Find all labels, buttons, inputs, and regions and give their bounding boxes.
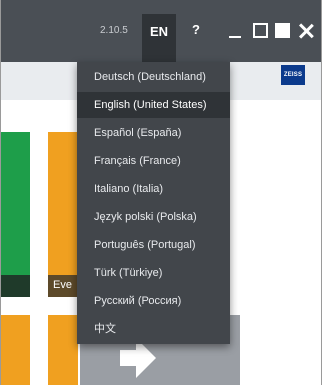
zeiss-logo: ZEISS [281,65,305,85]
restore-icon[interactable] [252,22,270,40]
language-option-zh[interactable]: 中文 [77,316,230,342]
language-option-pl[interactable]: Język polski (Polska) [77,204,230,230]
tile-bottom-orange[interactable] [48,315,78,385]
language-option-tr[interactable]: Türk (Türkiye) [77,260,230,286]
language-option-de[interactable]: Deutsch (Deutschland) [77,64,230,90]
minimize-icon[interactable] [227,22,245,40]
maximize-icon[interactable] [274,22,292,40]
language-dropdown: Deutsch (Deutschland) English (United St… [77,62,230,344]
language-option-pt[interactable]: Português (Portugal) [77,232,230,258]
tile-label: Eve [53,279,72,291]
version-label: 2.10.5 [100,25,128,36]
close-icon[interactable] [297,22,315,40]
language-option-it[interactable]: Italiano (Italia) [77,176,230,202]
tile-bottom-left[interactable] [0,315,30,385]
language-option-en[interactable]: English (United States) [77,92,230,118]
language-option-ru[interactable]: Русский (Россия) [77,288,230,314]
title-bar: 2.10.5 EN ? [0,0,322,62]
tile-green[interactable] [0,132,30,297]
language-option-fr[interactable]: Français (France) [77,148,230,174]
help-button[interactable]: ? [188,22,204,40]
tile-green-footer [0,275,30,297]
tile-orange[interactable] [48,132,78,297]
language-option-es[interactable]: Español (España) [77,120,230,146]
language-button[interactable]: EN [142,14,176,62]
